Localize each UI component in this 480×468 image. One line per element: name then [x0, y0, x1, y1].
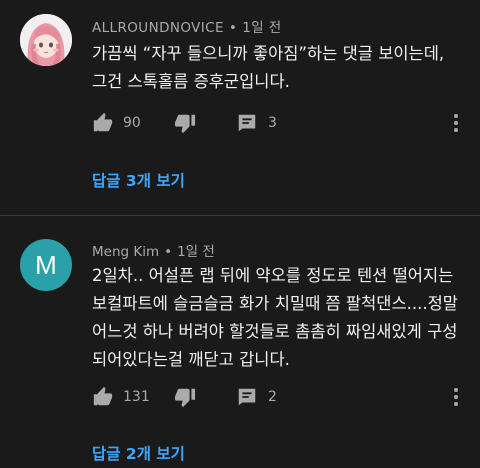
- more-vert-icon: [452, 112, 460, 134]
- comment-meta: ALLROUNDNOVICE • 1일 전: [92, 16, 282, 36]
- reply-button[interactable]: 2: [236, 385, 277, 409]
- dislike-button[interactable]: [174, 111, 196, 135]
- comment-meta: Meng Kim • 1일 전: [92, 240, 215, 260]
- avatar-letter: M: [35, 249, 57, 280]
- comment-2: M Meng Kim • 1일 전 2일차.. 어설픈 랩 뒤에 약오를 정도로 텐…: [0, 218, 480, 468]
- more-options-button[interactable]: [452, 385, 460, 409]
- comment-text: 가끔씩 “자꾸 들으니까 좋아짐”하는 댓글 보이는데, 그건 스톡홀름 증후군…: [92, 44, 445, 91]
- timestamp[interactable]: 1일 전: [177, 244, 215, 260]
- meta-separator: •: [164, 244, 173, 260]
- thumbs-up-icon: [92, 386, 114, 408]
- comment-actions: 131 2: [92, 385, 472, 409]
- like-button[interactable]: 90: [92, 111, 141, 135]
- like-count: 131: [123, 389, 150, 405]
- comment-text: 2일차.. 어설픈 랩 뒤에 약오를 정도로 텐션 떨어지는 보컬파트에 슬금슬…: [92, 266, 458, 369]
- like-button[interactable]: 131: [92, 385, 150, 409]
- meta-separator: •: [228, 20, 238, 36]
- view-replies-link[interactable]: 답글 3개 보기: [92, 169, 185, 191]
- timestamp[interactable]: 1일 전: [242, 20, 281, 36]
- dislike-button[interactable]: [174, 385, 196, 409]
- reply-count: 2: [268, 389, 277, 405]
- comment-actions: 90 3: [92, 111, 472, 135]
- thumbs-up-icon: [92, 112, 114, 134]
- reply-button[interactable]: 3: [236, 111, 277, 135]
- author-name[interactable]: ALLROUNDNOVICE: [92, 20, 224, 36]
- avatar[interactable]: M: [20, 239, 72, 291]
- anime-girl-avatar-icon: [20, 14, 72, 66]
- avatar[interactable]: [20, 14, 72, 66]
- thumbs-down-icon: [174, 386, 196, 408]
- comment-divider: [0, 215, 480, 216]
- reply-icon: [236, 112, 258, 134]
- like-count: 90: [123, 115, 141, 131]
- view-replies-link[interactable]: 답글 2개 보기: [92, 442, 185, 464]
- reply-count: 3: [268, 115, 277, 131]
- reply-icon: [236, 386, 258, 408]
- more-options-button[interactable]: [452, 111, 460, 135]
- more-vert-icon: [452, 386, 460, 408]
- comment-1: ALLROUNDNOVICE • 1일 전 가끔씩 “자꾸 들으니까 좋아짐”하는 …: [0, 0, 480, 215]
- thumbs-down-icon: [174, 112, 196, 134]
- author-name[interactable]: Meng Kim: [92, 244, 159, 260]
